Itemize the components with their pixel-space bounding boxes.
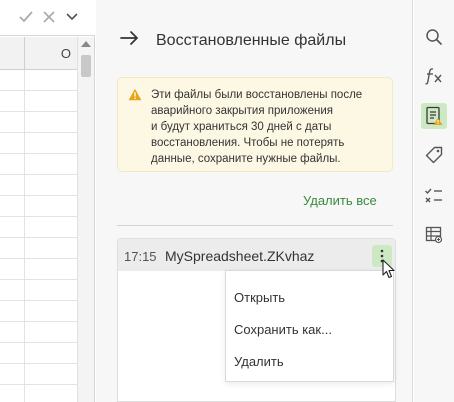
notice-line: аварийного закрытия приложения (151, 105, 334, 117)
column-separator (24, 37, 25, 70)
menu-item-open[interactable]: Открыть (234, 290, 285, 305)
column-label: O (60, 46, 71, 61)
divider (117, 225, 393, 226)
confirm-icon[interactable] (17, 8, 35, 26)
cell-grid[interactable] (0, 70, 77, 402)
notice-line: данные, сохраните нужные файлы. (151, 153, 341, 165)
formula-bar (0, 0, 95, 36)
delete-all-button[interactable]: Удалить все (303, 193, 377, 208)
data-table-icon[interactable] (421, 222, 447, 248)
more-options-icon[interactable] (372, 245, 392, 267)
cancel-icon[interactable] (40, 8, 58, 26)
notice-text: Эти файлы были восстановлены после авари… (151, 87, 387, 167)
menu-item-save-as[interactable]: Сохранить как... (234, 322, 332, 337)
tag-icon[interactable] (421, 142, 447, 168)
file-name: MySpreadsheet.ZKvhaz (165, 248, 315, 264)
scroll-up-arrow-icon[interactable] (81, 41, 91, 47)
grid-column-line (24, 70, 25, 402)
search-icon[interactable] (421, 24, 447, 50)
chevron-down-icon[interactable] (63, 8, 81, 26)
file-context-menu: Открыть Сохранить как... Удалить (225, 270, 394, 382)
panel-title: Восстановленные файлы (156, 32, 347, 49)
spreadsheet-area: O (0, 0, 95, 402)
column-header[interactable]: O (0, 37, 77, 70)
file-time: 17:15 (124, 249, 157, 264)
menu-item-delete[interactable]: Удалить (234, 354, 284, 369)
right-toolbar (414, 0, 454, 402)
recovery-notice: Эти файлы были восстановлены после авари… (117, 77, 393, 172)
panel-header: Восстановленные файлы (96, 0, 413, 80)
function-icon[interactable] (421, 63, 447, 89)
scrollbar-thumb[interactable] (81, 55, 91, 77)
vertical-scrollbar[interactable] (77, 37, 94, 402)
notice-line: и будут храниться 30 дней с даты (151, 121, 332, 133)
checklist-icon[interactable] (421, 183, 447, 209)
arrow-right-icon[interactable] (120, 30, 142, 50)
notice-line: Эти файлы были восстановлены после (151, 89, 363, 101)
file-row[interactable]: 17:15 MySpreadsheet.ZKvhaz (118, 239, 395, 271)
warning-icon (128, 88, 142, 101)
notice-line: восстановления. Чтобы не потерять (151, 137, 345, 149)
recovered-files-icon[interactable] (421, 103, 447, 129)
